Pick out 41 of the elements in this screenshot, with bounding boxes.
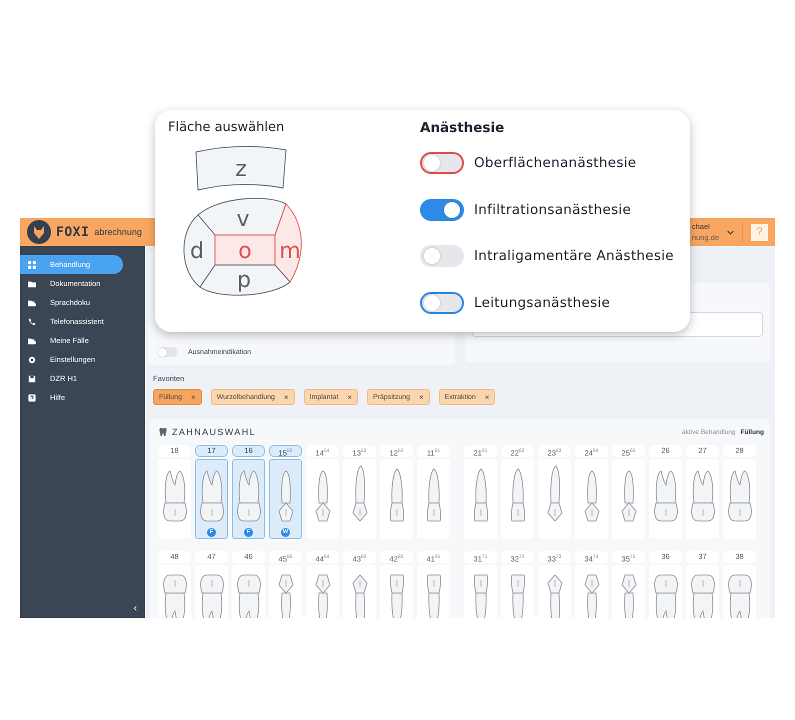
folder-icon — [28, 298, 36, 306]
phone-icon — [28, 318, 36, 326]
tooth-card[interactable] — [612, 459, 645, 539]
tooth-card[interactable] — [380, 459, 413, 539]
tooth-card[interactable] — [501, 459, 534, 539]
tooth-surface[interactable]: z — [196, 146, 286, 190]
tooth-surface[interactable]: p — [200, 264, 290, 296]
surface-title: Fläche auswählen — [168, 120, 286, 135]
tooth-card[interactable] — [343, 459, 376, 539]
toggle-label: Oberflächenanästhesie — [474, 155, 636, 171]
section-title: ZAHNAUSWAHL — [172, 427, 256, 437]
tooth-icon — [158, 427, 168, 437]
toggle-label: Intraligamentäre Anästhesie — [474, 248, 674, 264]
tooth-surface[interactable]: v — [198, 198, 286, 236]
folder-icon — [28, 280, 36, 288]
tooth-surface[interactable]: d — [184, 214, 216, 288]
settings-icon — [28, 356, 36, 364]
tooth-card[interactable] — [464, 459, 497, 539]
toggle-switch[interactable] — [420, 152, 464, 174]
help-icon — [28, 394, 36, 402]
collapse-button[interactable]: ‹ — [134, 603, 137, 614]
product-name: abrechnung — [94, 227, 142, 237]
anesthesia-title: Anästhesie — [420, 120, 506, 136]
tooth-card[interactable] — [417, 459, 450, 539]
tooth-card[interactable] — [649, 459, 682, 539]
toggle-switch[interactable] — [420, 292, 464, 314]
toggle-switch[interactable] — [158, 347, 178, 357]
tooth-card[interactable] — [686, 459, 719, 539]
toggle-switch[interactable] — [420, 198, 464, 220]
grid-icon — [28, 260, 36, 268]
toggle-label: Leitungsanästhesie — [474, 294, 610, 310]
save-icon — [28, 374, 36, 382]
folder-icon — [28, 336, 36, 344]
tooth-card[interactable] — [723, 459, 756, 539]
tooth-card[interactable] — [575, 459, 608, 539]
tooth-card[interactable] — [538, 459, 571, 539]
tooth-card[interactable] — [306, 459, 339, 539]
toggle-label: Infiltrationsanästhesie — [474, 202, 632, 218]
brand-name: FOXI — [56, 224, 90, 240]
tooth-card[interactable] — [158, 459, 191, 539]
chevron-down-icon[interactable] — [727, 230, 734, 234]
